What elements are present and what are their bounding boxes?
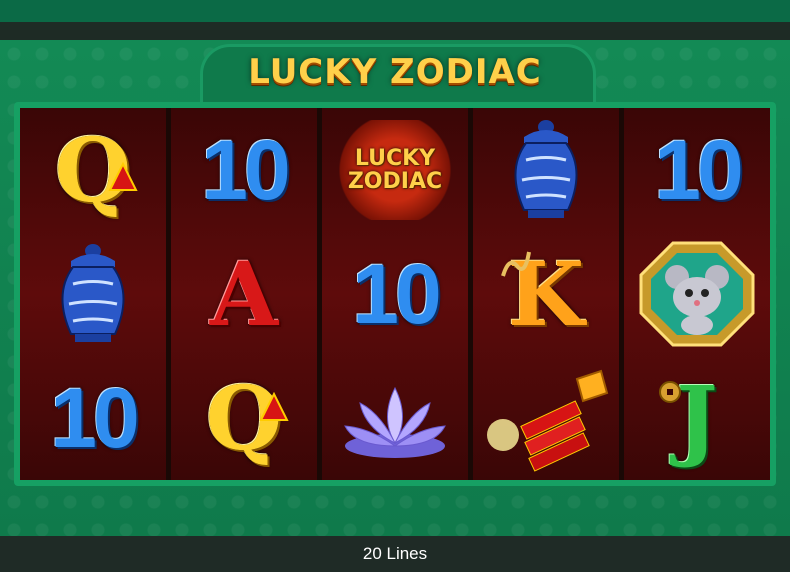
lines-label: 20 Lines xyxy=(362,544,428,563)
symbol-j: J xyxy=(624,356,770,480)
fan-icon xyxy=(108,162,138,191)
vase-icon xyxy=(514,120,578,218)
reel-2: 10 A Q xyxy=(171,108,317,480)
symbol-rat xyxy=(624,232,770,356)
top-bar xyxy=(0,0,790,22)
symbol-firecracker xyxy=(473,356,619,480)
rat-icon xyxy=(639,241,755,347)
symbol-a: A xyxy=(171,232,317,356)
symbol-label: 10 xyxy=(654,122,743,217)
symbol-label: J xyxy=(676,366,718,470)
reel-1: Q 10 xyxy=(20,108,166,480)
lotus-icon xyxy=(344,386,446,458)
symbol-10: 10 xyxy=(322,232,468,356)
reel-5: 10 J xyxy=(624,108,770,480)
wild-line-1: LUCKY xyxy=(354,145,436,171)
wild-line-2: ZODIAC xyxy=(347,169,443,194)
symbol-vase xyxy=(473,108,619,232)
symbol-vase xyxy=(20,232,166,356)
dragon-icon xyxy=(501,251,531,277)
symbol-label: A xyxy=(209,242,279,346)
symbol-label: 10 xyxy=(352,246,441,341)
vase-icon xyxy=(61,244,125,342)
symbol-q: Q xyxy=(171,356,317,480)
firecracker-icon xyxy=(487,369,609,472)
symbol-label: 10 xyxy=(50,370,139,465)
coin-icon xyxy=(659,381,681,403)
reel-4: K xyxy=(473,108,619,480)
symbol-lotus xyxy=(322,356,468,480)
symbol-label: 10 xyxy=(201,122,290,217)
top-bar-dark xyxy=(0,22,790,40)
symbol-10: 10 xyxy=(624,108,770,232)
symbol-10: 10 xyxy=(171,108,317,232)
reel-area[interactable]: Q 10 10 A Q LUCKY ZODIAC 10 K 10 J xyxy=(20,108,770,480)
fan-icon xyxy=(259,392,289,421)
reel-3: LUCKY ZODIAC 10 xyxy=(322,108,468,480)
symbol-wild: LUCKY ZODIAC xyxy=(322,108,468,232)
symbol-q: Q xyxy=(20,108,166,232)
symbol-10: 10 xyxy=(20,356,166,480)
game-logo: LUCKY ZODIAC xyxy=(248,52,542,92)
symbol-k: K xyxy=(473,232,619,356)
wild-logo-icon: LUCKY ZODIAC xyxy=(335,120,455,220)
